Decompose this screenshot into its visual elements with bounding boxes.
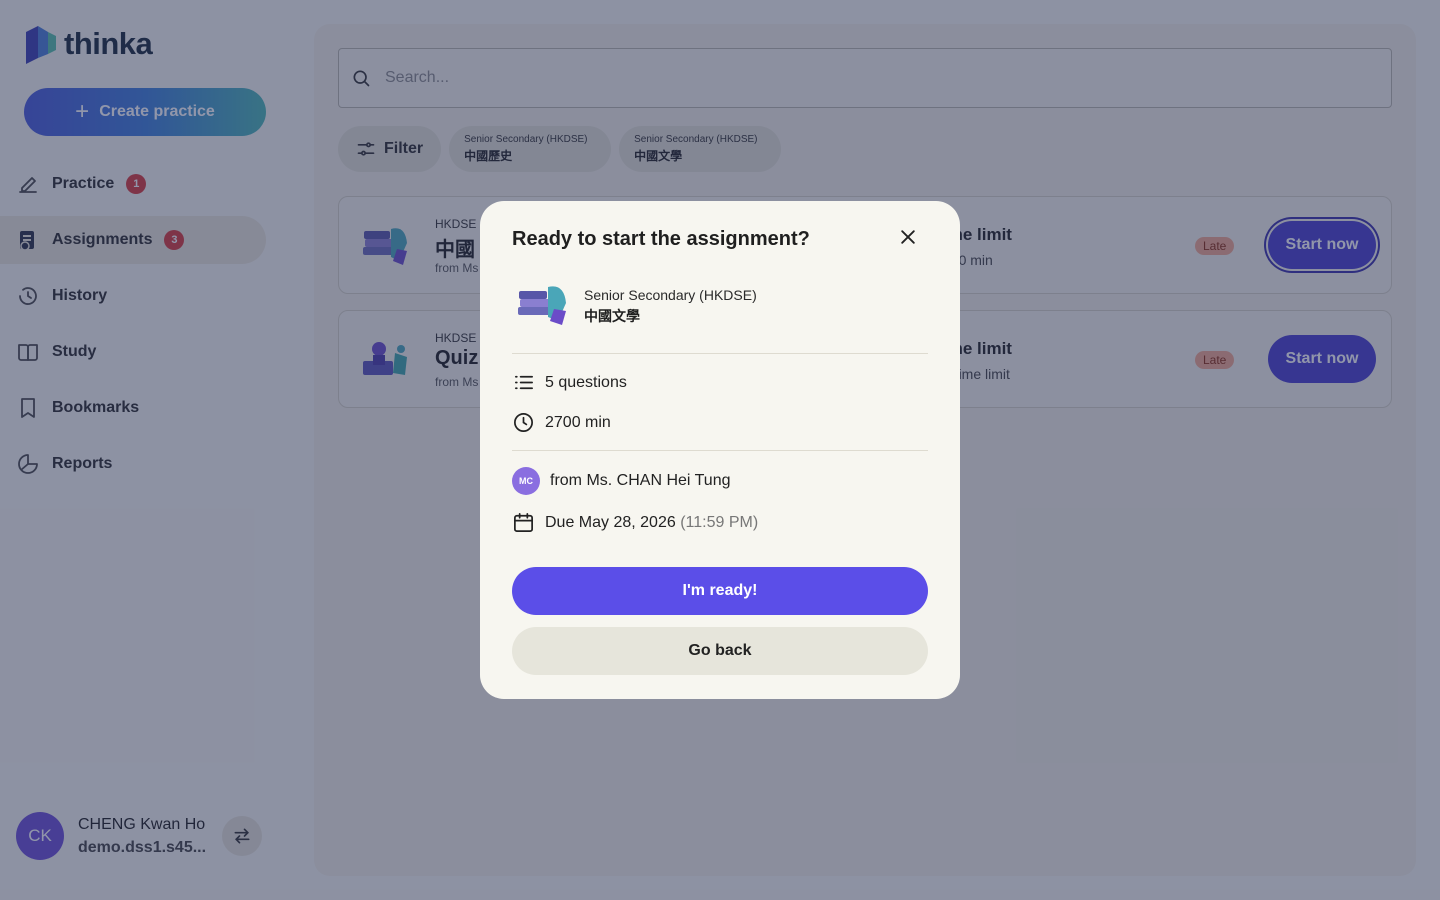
duration-row: 2700 min	[512, 411, 611, 434]
divider	[512, 450, 928, 451]
calendar-icon	[514, 513, 533, 532]
go-back-button[interactable]: Go back	[512, 627, 928, 675]
due-date-row: Due May 28, 2026 (11:59 PM)	[512, 511, 758, 534]
question-count: 5 questions	[545, 373, 627, 391]
books-icon	[518, 286, 566, 325]
close-button[interactable]	[894, 223, 922, 251]
dialog-title: Ready to start the assignment?	[512, 228, 810, 250]
clock-icon	[514, 413, 533, 432]
teacher-row: MC from Ms. CHAN Hei Tung	[512, 467, 730, 495]
close-icon	[901, 230, 915, 244]
teacher-avatar: MC	[512, 467, 540, 495]
duration: 2700 min	[545, 413, 611, 431]
dialog-subject: 中國文學	[584, 308, 640, 324]
due-date-text: Due May 28, 2026	[545, 513, 676, 531]
divider	[512, 353, 928, 354]
list-icon	[514, 375, 533, 390]
question-count-row: 5 questions	[512, 371, 627, 394]
due-time: (11:59 PM)	[680, 513, 759, 531]
dialog-course: Senior Secondary (HKDSE)	[584, 287, 757, 303]
start-assignment-dialog: Ready to start the assignment? Senior Se…	[480, 201, 960, 699]
due-date: Due May 28, 2026 (11:59 PM)	[545, 514, 758, 532]
teacher-name: from Ms. CHAN Hei Tung	[550, 472, 731, 489]
im-ready-button[interactable]: I'm ready!	[512, 567, 928, 615]
